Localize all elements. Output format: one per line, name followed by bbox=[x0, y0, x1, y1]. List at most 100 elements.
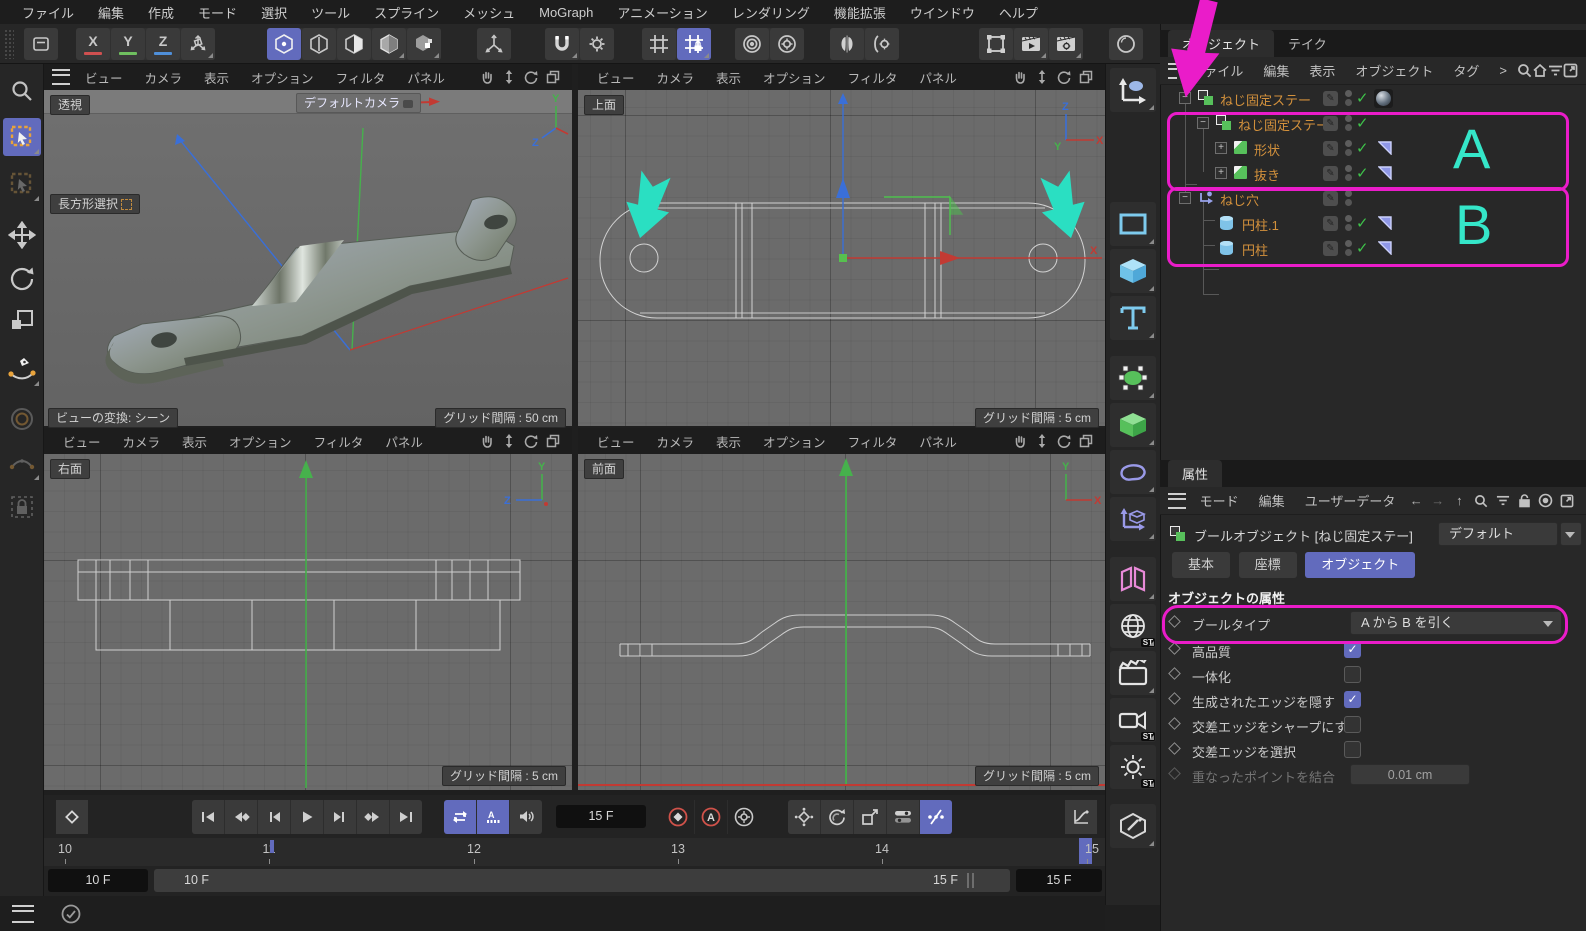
merge-points-field[interactable]: 0.01 cm bbox=[1350, 764, 1470, 785]
visibility-dots[interactable] bbox=[1345, 115, 1352, 132]
vp-menu-camera[interactable]: カメラ bbox=[646, 432, 706, 451]
loop-playback-button[interactable] bbox=[444, 800, 476, 834]
menu-create[interactable]: 作成 bbox=[136, 3, 186, 22]
menu-tools[interactable]: ツール bbox=[299, 3, 362, 22]
tree-row-boole-child[interactable]: − ねじ固定ステー ✎ ✓ bbox=[1160, 111, 1586, 136]
toolbar-grip[interactable] bbox=[4, 29, 14, 59]
autokey-range-button[interactable]: A bbox=[477, 800, 509, 834]
fcurve-editor-button[interactable] bbox=[1065, 800, 1097, 834]
pan-hand-icon[interactable] bbox=[476, 432, 498, 450]
camera-toggle-icon[interactable] bbox=[403, 100, 413, 108]
light-st-button[interactable]: ST bbox=[1110, 745, 1156, 789]
subdivision-surface-button[interactable] bbox=[1110, 356, 1156, 400]
live-select-tool[interactable] bbox=[3, 165, 41, 203]
vp-menu-options[interactable]: オプション bbox=[752, 68, 837, 87]
vp-menu-display[interactable]: 表示 bbox=[193, 68, 240, 87]
pan-hand-icon[interactable] bbox=[1009, 432, 1031, 450]
vp-menu-panel[interactable]: パネル bbox=[908, 432, 968, 451]
vp-menu-display[interactable]: 表示 bbox=[705, 68, 752, 87]
enable-axis-button[interactable] bbox=[477, 28, 511, 60]
render-settings-button[interactable] bbox=[1049, 28, 1083, 60]
vp-menu-camera[interactable]: カメラ bbox=[646, 68, 706, 87]
edit-toggle[interactable]: ✎ bbox=[1323, 91, 1338, 106]
visibility-dots[interactable] bbox=[1345, 240, 1352, 257]
tab-object[interactable]: オブジェクト bbox=[1305, 552, 1415, 578]
keyframe-diamond-icon[interactable] bbox=[1168, 667, 1181, 680]
axis-lock-tool[interactable] bbox=[3, 488, 41, 526]
goto-end-button[interactable] bbox=[390, 800, 422, 834]
render-picture-viewer-button[interactable] bbox=[1014, 28, 1048, 60]
visibility-dots[interactable] bbox=[1345, 190, 1352, 207]
select-intersections-checkbox[interactable] bbox=[1344, 741, 1361, 758]
filter-icon[interactable] bbox=[1492, 494, 1514, 507]
menu-help[interactable]: ヘルプ bbox=[987, 3, 1050, 22]
menu-mesh[interactable]: メッシュ bbox=[451, 3, 527, 22]
goto-start-button[interactable] bbox=[192, 800, 224, 834]
zoom-updown-icon[interactable] bbox=[498, 68, 520, 86]
edit-toggle[interactable]: ✎ bbox=[1323, 141, 1338, 156]
vp-menu-display[interactable]: 表示 bbox=[171, 432, 218, 451]
visibility-dots[interactable] bbox=[1345, 215, 1352, 232]
menu-window[interactable]: ウインドウ bbox=[898, 3, 987, 22]
enabled-check-icon[interactable]: ✓ bbox=[1356, 114, 1369, 132]
enabled-check-icon[interactable]: ✓ bbox=[1356, 239, 1369, 257]
search-icon[interactable] bbox=[1470, 494, 1492, 508]
vp-menu-camera[interactable]: カメラ bbox=[134, 68, 194, 87]
clapperboard-button[interactable] bbox=[1110, 651, 1156, 695]
object-label[interactable]: ねじ固定ステー bbox=[1220, 90, 1311, 109]
circle-spline-tool[interactable] bbox=[3, 400, 41, 438]
arc-tool[interactable] bbox=[3, 444, 41, 482]
model-mode-button[interactable] bbox=[267, 28, 301, 60]
menu-select[interactable]: 選択 bbox=[249, 3, 299, 22]
toggle-view-icon[interactable] bbox=[542, 432, 564, 450]
sound-button[interactable] bbox=[510, 800, 542, 834]
lock-workplane-button[interactable] bbox=[677, 28, 711, 60]
menu-spline[interactable]: スプライン bbox=[362, 3, 451, 22]
sculpt-blob-button[interactable] bbox=[1110, 450, 1156, 494]
undo-history-button[interactable] bbox=[24, 28, 58, 60]
rotate-view-icon[interactable] bbox=[1053, 68, 1075, 86]
move-tool[interactable] bbox=[3, 216, 41, 254]
single-object-checkbox[interactable] bbox=[1344, 666, 1361, 683]
menu-animation[interactable]: アニメーション bbox=[605, 3, 719, 22]
zoom-updown-icon[interactable] bbox=[1031, 432, 1053, 450]
rectangle-select-tool[interactable] bbox=[3, 118, 41, 156]
rotate-view-icon[interactable] bbox=[520, 68, 542, 86]
keyframe-diamond-icon[interactable] bbox=[1168, 717, 1181, 730]
edges-mode-button[interactable] bbox=[337, 28, 371, 60]
key-rotation-button[interactable] bbox=[821, 800, 853, 834]
viewport-right-canvas[interactable]: Y Z 右面 グリッド間隔 : 5 cm bbox=[44, 454, 572, 790]
tab-basic[interactable]: 基本 bbox=[1172, 552, 1230, 578]
timeline-ruler[interactable]: 10 11 12 13 14 15 bbox=[44, 838, 1105, 866]
menu-extensions[interactable]: 機能拡張 bbox=[822, 3, 898, 22]
up-arrow-icon[interactable]: ↑ bbox=[1449, 493, 1471, 508]
enabled-check-icon[interactable]: ✓ bbox=[1356, 164, 1369, 182]
toggle-view-icon[interactable] bbox=[1075, 68, 1097, 86]
key-parameters-button[interactable] bbox=[887, 800, 919, 834]
snap-settings-button[interactable] bbox=[580, 28, 614, 60]
key-scale-button[interactable] bbox=[854, 800, 886, 834]
tree-row-cutout[interactable]: + 抜き ✎ ✓ bbox=[1160, 161, 1586, 186]
points-mode-button[interactable] bbox=[302, 28, 336, 60]
edit-toggle[interactable]: ✎ bbox=[1323, 191, 1338, 206]
expand-icon[interactable]: + bbox=[1215, 142, 1227, 154]
status-menu-icon[interactable] bbox=[12, 905, 34, 923]
viewport-search-icon[interactable] bbox=[3, 72, 41, 110]
attr-menu-icon[interactable] bbox=[1168, 493, 1186, 509]
vp-menu-camera[interactable]: カメラ bbox=[112, 432, 172, 451]
om-menu-object[interactable]: オブジェクト bbox=[1345, 61, 1443, 80]
visibility-dots[interactable] bbox=[1345, 165, 1352, 182]
edit-mesh-button[interactable] bbox=[1110, 804, 1156, 848]
vp-menu-filter[interactable]: フィルタ bbox=[837, 432, 909, 451]
tree-row-boole-root[interactable]: − ねじ固定ステー ✎ ✓ bbox=[1160, 86, 1586, 111]
cube-primitive-button[interactable] bbox=[1110, 249, 1156, 293]
keyframe-diamond-icon[interactable] bbox=[1168, 742, 1181, 755]
tree-row-shape[interactable]: + 形状 ✎ ✓ bbox=[1160, 136, 1586, 161]
om-menu-icon[interactable] bbox=[1168, 63, 1177, 79]
search-icon[interactable] bbox=[1517, 63, 1532, 78]
vp-menu-view[interactable]: ビュー bbox=[52, 432, 112, 451]
tab-attributes[interactable]: 属性 bbox=[1168, 460, 1222, 487]
expand-icon[interactable]: + bbox=[1215, 167, 1227, 179]
magic-solo-button[interactable] bbox=[1109, 28, 1143, 60]
edit-toggle[interactable]: ✎ bbox=[1323, 116, 1338, 131]
